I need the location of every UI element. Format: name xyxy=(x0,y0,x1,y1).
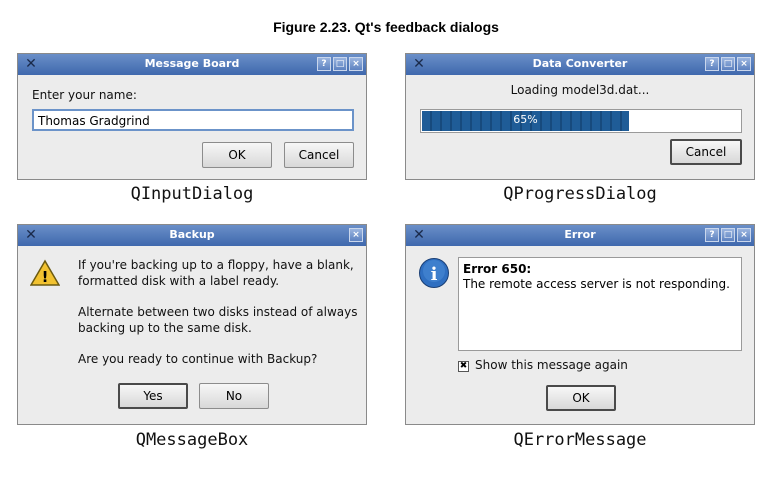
progress-bar: 65% xyxy=(420,109,742,133)
message-paragraph-2-line-2: backing up to the same disk. xyxy=(78,321,252,335)
cancel-button[interactable]: Cancel xyxy=(670,139,742,165)
error-message-title: Error xyxy=(564,228,596,241)
input-dialog-window: ✕ Message Board ? □ × Enter your name: T… xyxy=(17,53,367,180)
info-icon: i xyxy=(419,258,449,288)
warning-icon: ! xyxy=(30,259,60,286)
message-box-caption: QMessageBox xyxy=(135,430,249,450)
message-paragraph-1-line-2: formatted disk with a label ready. xyxy=(78,274,280,288)
progress-dialog-titlebar[interactable]: ✕ Data Converter ? □ × xyxy=(406,54,754,75)
help-button[interactable]: ? xyxy=(705,57,719,71)
message-box-titlebar[interactable]: ✕ Backup × xyxy=(18,225,366,246)
error-body: The remote access server is not respondi… xyxy=(463,277,730,291)
progress-dialog-caption: QProgressDialog xyxy=(503,184,657,204)
maximize-button[interactable]: □ xyxy=(721,57,735,71)
maximize-button[interactable]: □ xyxy=(333,57,347,71)
progress-label: Loading model3d.dat... xyxy=(510,83,650,97)
close-button[interactable]: × xyxy=(737,228,751,242)
error-text-area[interactable]: Error 650: The remote access server is n… xyxy=(458,257,742,351)
error-message-caption: QErrorMessage xyxy=(513,430,647,450)
close-button[interactable]: × xyxy=(349,57,363,71)
show-again-label[interactable]: Show this message again xyxy=(475,358,628,372)
help-button[interactable]: ? xyxy=(317,57,331,71)
progress-bar-text: 65% xyxy=(513,113,538,126)
message-paragraph-3: Are you ready to continue with Backup? xyxy=(78,352,318,366)
warning-icon-glyph: ! xyxy=(42,268,49,286)
input-prompt-label: Enter your name: xyxy=(32,88,137,102)
close-button[interactable]: × xyxy=(737,57,751,71)
ok-button[interactable]: OK xyxy=(202,142,272,168)
ok-button[interactable]: OK xyxy=(546,385,616,411)
close-button[interactable]: × xyxy=(349,228,363,242)
input-dialog-caption: QInputDialog xyxy=(130,184,254,204)
figure-title: Figure 2.23. Qt's feedback dialogs xyxy=(273,19,499,35)
input-dialog-titlebar[interactable]: ✕ Message Board ? □ × xyxy=(18,54,366,75)
error-message-titlebar[interactable]: ✕ Error ? □ × xyxy=(406,225,754,246)
error-heading: Error 650: xyxy=(463,262,532,276)
help-button[interactable]: ? xyxy=(705,228,719,242)
no-button[interactable]: No xyxy=(199,383,269,409)
yes-button[interactable]: Yes xyxy=(118,383,188,409)
show-again-checkbox[interactable]: ✖ xyxy=(458,361,469,372)
message-box-window: ✕ Backup × ! If you're backing up to a f… xyxy=(17,224,367,425)
maximize-button[interactable]: □ xyxy=(721,228,735,242)
name-input[interactable]: Thomas Gradgrind xyxy=(32,109,354,131)
input-dialog-title: Message Board xyxy=(144,57,240,70)
message-paragraph-2-line-1: Alternate between two disks instead of a… xyxy=(78,305,358,319)
progress-dialog-window: ✕ Data Converter ? □ × Loading model3d.d… xyxy=(405,53,755,180)
error-message-window: ✕ Error ? □ × i Error 650: The remote ac… xyxy=(405,224,755,425)
info-icon-glyph: i xyxy=(431,264,438,285)
progress-dialog-title: Data Converter xyxy=(532,57,628,70)
cancel-button[interactable]: Cancel xyxy=(284,142,354,168)
message-paragraph-1-line-1: If you're backing up to a floppy, have a… xyxy=(78,258,354,272)
message-box-title: Backup xyxy=(169,228,215,241)
